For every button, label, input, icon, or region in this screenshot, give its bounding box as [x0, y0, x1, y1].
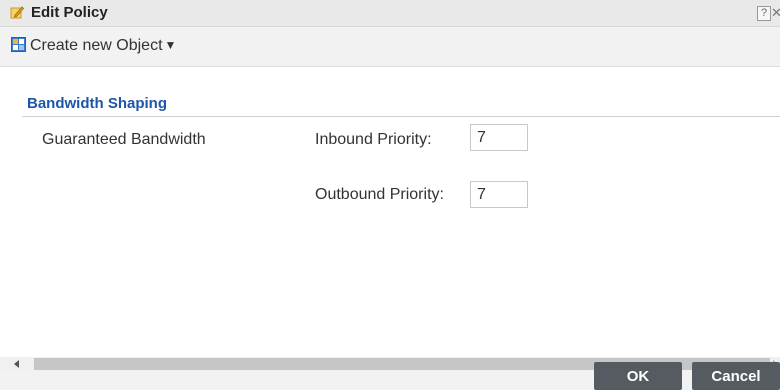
- inbound-priority-label: Inbound Priority:: [315, 131, 432, 148]
- guaranteed-bandwidth-label: Guaranteed Bandwidth: [42, 131, 206, 148]
- edit-policy-dialog: Edit Policy ? ✕ Create new Object ▼ Bandw…: [0, 0, 780, 390]
- create-new-object-label: Create new Object: [30, 37, 163, 54]
- section-title-bandwidth-shaping: Bandwidth Shaping: [27, 95, 167, 112]
- title-bar: Edit Policy ? ✕: [0, 0, 780, 27]
- scroll-left-icon[interactable]: [14, 360, 19, 368]
- ok-button[interactable]: OK: [594, 362, 682, 390]
- object-grid-icon: [11, 37, 26, 57]
- edit-pencil-icon: [10, 5, 25, 19]
- close-icon[interactable]: ✕: [771, 6, 780, 19]
- help-icon[interactable]: ?: [757, 6, 771, 21]
- dialog-title: Edit Policy: [31, 4, 108, 21]
- section-divider: [22, 116, 780, 117]
- outbound-priority-input[interactable]: [470, 181, 528, 208]
- outbound-priority-label: Outbound Priority:: [315, 186, 444, 203]
- inbound-priority-input[interactable]: [470, 124, 528, 151]
- toolbar: Create new Object ▼: [0, 27, 780, 67]
- chevron-down-icon: ▼: [164, 38, 177, 52]
- create-new-object-menu[interactable]: Create new Object ▼: [11, 37, 176, 57]
- cancel-button[interactable]: Cancel: [692, 362, 780, 390]
